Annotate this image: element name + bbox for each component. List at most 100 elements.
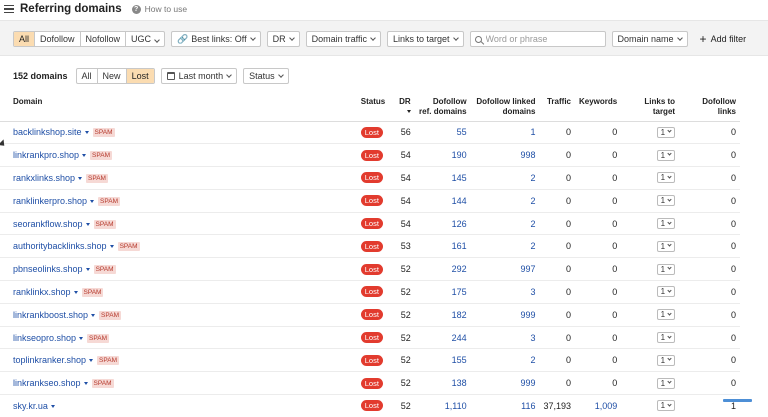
period-dropdown[interactable]: Last month: [160, 68, 238, 84]
link-type-all[interactable]: All: [14, 32, 36, 46]
dr-dropdown[interactable]: DR: [266, 31, 300, 47]
links-to-target-select[interactable]: 1: [656, 126, 676, 138]
links-to-target-select[interactable]: 1: [656, 263, 676, 275]
keywords-cell[interactable]: 1,009: [575, 394, 622, 417]
how-to-use-link[interactable]: ? How to use: [131, 4, 187, 14]
links-to-target-select[interactable]: 1: [656, 400, 676, 412]
col-header-traffic[interactable]: Traffic: [539, 91, 575, 122]
links-to-target-select[interactable]: 1: [656, 172, 676, 184]
dofollow-ref-cell[interactable]: 144: [414, 189, 471, 213]
links-to-target-select[interactable]: 1: [656, 377, 676, 389]
dofollow-linked-cell[interactable]: 2: [470, 234, 540, 259]
dofollow-ref-cell[interactable]: 182: [414, 303, 471, 327]
links-to-target-select[interactable]: 1: [656, 149, 676, 161]
domain-link[interactable]: linkrankpro.shop: [13, 150, 79, 160]
search-scope-dropdown[interactable]: Domain name: [611, 31, 688, 47]
domain-link[interactable]: ranklinkerpro.shop: [13, 196, 87, 206]
caret-down-icon[interactable]: [83, 382, 88, 386]
links-to-target-select[interactable]: 1: [656, 218, 676, 230]
caret-down-icon[interactable]: [91, 313, 96, 317]
domain-link[interactable]: seorankflow.shop: [13, 219, 83, 229]
dofollow-linked-cell[interactable]: 997: [470, 257, 540, 282]
dofollow-linked-cell[interactable]: 2: [470, 189, 540, 213]
links-to-target-select[interactable]: 1: [656, 332, 676, 344]
col-header-domain[interactable]: Domain: [0, 91, 357, 122]
status-tab-lost[interactable]: Lost: [126, 69, 154, 83]
link-type-nofollow[interactable]: Nofollow: [81, 32, 127, 46]
caret-down-icon[interactable]: [85, 222, 90, 226]
dofollow-linked-cell[interactable]: 998: [470, 143, 540, 168]
dofollow-ref-cell[interactable]: 126: [414, 212, 471, 236]
best-links-dropdown[interactable]: 🔗 Best links: Off: [171, 31, 261, 47]
dr-cell: 54: [390, 166, 415, 190]
dofollow-linked-cell[interactable]: 1: [470, 121, 540, 145]
links-to-target-select[interactable]: 1: [656, 286, 676, 298]
domain-link[interactable]: backlinkshop.site: [13, 127, 82, 137]
col-header-dofollow-links[interactable]: Dofollow links: [679, 91, 740, 122]
col-header-links-to-target[interactable]: Links to target: [621, 91, 680, 122]
dofollow-ref-cell[interactable]: 138: [414, 371, 471, 396]
search-input[interactable]: [485, 34, 596, 44]
dofollow-linked-cell[interactable]: 3: [470, 326, 540, 350]
caret-down-icon[interactable]: [78, 177, 83, 181]
period-label: Last month: [178, 71, 224, 81]
dofollow-ref-cell[interactable]: 145: [414, 166, 471, 190]
col-header-status[interactable]: Status: [356, 91, 391, 122]
chevron-down-icon: [288, 34, 295, 41]
domain-link[interactable]: authoritybacklinks.shop: [13, 241, 107, 251]
caret-down-icon[interactable]: [79, 336, 84, 340]
dofollow-ref-cell[interactable]: 161: [414, 234, 471, 259]
caret-down-icon[interactable]: [90, 199, 95, 203]
dofollow-ref-cell[interactable]: 292: [414, 257, 471, 282]
links-to-target-select[interactable]: 1: [656, 195, 676, 207]
dofollow-ref-cell[interactable]: 175: [414, 280, 471, 304]
menu-icon[interactable]: [4, 4, 14, 14]
dofollow-linked-cell[interactable]: 999: [470, 371, 540, 396]
dofollow-linked-cell[interactable]: 2: [470, 212, 540, 236]
links-to-target-dropdown[interactable]: Links to target: [386, 31, 464, 47]
status-tab-all[interactable]: All: [77, 69, 98, 83]
col-header-dofollow-ref[interactable]: Dofollow ref. domains: [414, 91, 471, 122]
dofollow-linked-cell[interactable]: 999: [470, 303, 540, 327]
domain-traffic-dropdown[interactable]: Domain traffic: [305, 31, 381, 47]
links-to-target-select[interactable]: 1: [656, 240, 676, 252]
link-type-dofollow[interactable]: Dofollow: [35, 32, 81, 46]
chevron-down-icon: [667, 219, 672, 225]
col-header-dr[interactable]: DR: [390, 91, 415, 122]
status-dropdown[interactable]: Status: [243, 68, 289, 84]
dofollow-linked-cell[interactable]: 2: [470, 348, 540, 373]
domain-link[interactable]: linkrankboost.shop: [13, 310, 88, 320]
domain-link[interactable]: linkrankseo.shop: [13, 378, 81, 388]
dofollow-links-cell: 0: [679, 121, 740, 145]
domain-link[interactable]: sky.kr.ua: [13, 401, 48, 411]
dofollow-links-cell: 0: [679, 143, 740, 168]
dofollow-ref-cell[interactable]: 155: [414, 348, 471, 373]
caret-down-icon[interactable]: [89, 359, 94, 363]
status-tab-new[interactable]: New: [98, 69, 127, 83]
domain-link[interactable]: pbnseolinks.shop: [13, 264, 83, 274]
caret-down-icon[interactable]: [85, 268, 90, 272]
col-header-dofollow-linked[interactable]: Dofollow linked domains: [470, 91, 540, 122]
caret-down-icon[interactable]: [50, 405, 55, 409]
col-header-keywords[interactable]: Keywords: [575, 91, 622, 122]
caret-down-icon[interactable]: [82, 154, 87, 158]
dofollow-ref-cell[interactable]: 190: [414, 143, 471, 168]
caret-down-icon[interactable]: [109, 245, 114, 249]
add-filter-button[interactable]: + Add filter: [700, 33, 747, 45]
domain-link[interactable]: toplinkranker.shop: [13, 355, 86, 365]
links-to-target-select[interactable]: 1: [656, 309, 676, 321]
domain-link[interactable]: linkseopro.shop: [13, 333, 76, 343]
links-to-target-select[interactable]: 1: [656, 354, 676, 366]
dofollow-linked-cell[interactable]: 116: [470, 394, 540, 417]
domain-link[interactable]: rankxlinks.shop: [13, 173, 75, 183]
caret-down-icon[interactable]: [84, 131, 89, 135]
dofollow-ref-cell[interactable]: 1,110: [414, 394, 471, 417]
caret-down-icon[interactable]: [73, 291, 78, 295]
dofollow-linked-cell[interactable]: 2: [470, 166, 540, 190]
domain-link[interactable]: ranklinkx.shop: [13, 287, 71, 297]
dofollow-linked-cell[interactable]: 3: [470, 280, 540, 304]
dofollow-ref-cell[interactable]: 55: [414, 121, 471, 145]
dofollow-ref-cell[interactable]: 244: [414, 326, 471, 350]
question-icon: ?: [131, 4, 141, 14]
link-type-ugc-dropdown[interactable]: UGC: [126, 32, 164, 46]
